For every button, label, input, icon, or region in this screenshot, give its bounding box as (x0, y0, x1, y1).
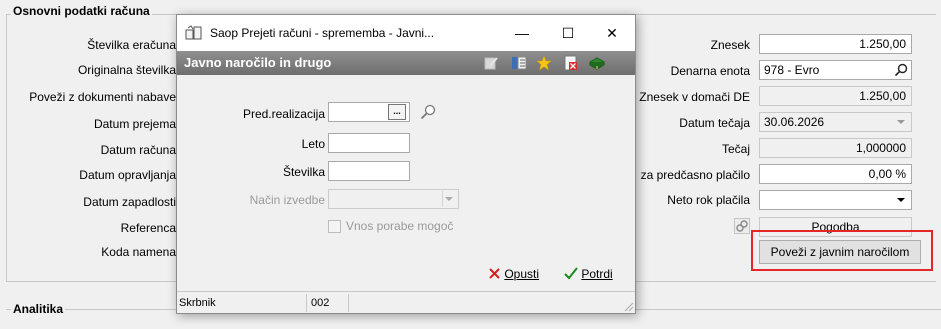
label-datum-racuna: Datum računa (100, 143, 176, 157)
close-button[interactable]: ✕ (589, 15, 635, 51)
predcasno-placilo-field[interactable]: 0,00 % (759, 164, 912, 184)
document-list-icon[interactable] (511, 55, 527, 71)
cancel-icon (489, 268, 500, 279)
dialog-titlebar[interactable]: Saop Prejeti računi - sprememba - Javni.… (177, 15, 635, 51)
resize-grip-icon[interactable] (622, 300, 634, 312)
label-povezi-dokumenti: Poveži z dokumenti nabave (29, 90, 176, 104)
dialog-window-title: Saop Prejeti računi - sprememba - Javni.… (210, 26, 435, 40)
povezi-javno-narocilo-button[interactable]: Poveži z javnim naročilom (759, 240, 921, 264)
predcasno-value: 0,00 % (868, 167, 906, 181)
vnos-porabe-label: Vnos porabe mogoč (346, 219, 454, 233)
denarna-enota-field[interactable]: 978 - Evro (759, 60, 912, 80)
javno-narocilo-dialog: Saop Prejeti računi - sprememba - Javni.… (176, 14, 636, 314)
star-icon[interactable] (536, 55, 552, 71)
opusti-label: Opusti (504, 267, 540, 281)
maximize-button[interactable]: ☐ (545, 15, 591, 51)
label-tecaj: Tečaj (721, 142, 750, 156)
label-nacin-izvedbe: Način izvedbe (249, 193, 325, 207)
label-datum-zapadlosti: Datum zapadlosti (83, 195, 176, 209)
znesek-field[interactable]: 1.250,00 (759, 34, 912, 54)
dialog-statusbar: Skrbnik 002 (177, 291, 635, 313)
link-icon[interactable] (734, 218, 750, 234)
potrdi-label: Potrdi (581, 267, 613, 281)
datum-tecaja-field[interactable]: 30.06.2026 (759, 112, 912, 132)
label-znesek-domaci: Znesek v domači DE (639, 90, 750, 104)
label-stevilka: Številka (282, 165, 325, 179)
label-referenca: Referenca (120, 221, 176, 235)
status-code: 002 (307, 294, 349, 312)
label-leto: Leto (301, 137, 325, 151)
label-stevilka-eracuna: Številka eračuna (87, 38, 176, 52)
tecaj-value: 1,000000 (855, 141, 906, 155)
neto-rok-select[interactable] (759, 190, 912, 210)
denarna-enota-value: 978 - Evro (764, 63, 820, 77)
label-denarna-enota: Denarna enota (670, 64, 750, 78)
app-icon (185, 25, 202, 40)
label-datum-tecaja: Datum tečaja (679, 116, 750, 130)
znesek-value: 1.250,00 (859, 37, 906, 51)
znesek-domaci-value: 1.250,00 (859, 89, 906, 103)
section-title: Osnovni podatki računa (11, 4, 152, 18)
label-predcasno-placilo: za predčasno plačilo (640, 168, 750, 182)
delete-document-icon[interactable] (563, 55, 579, 71)
chevron-down-icon (897, 198, 905, 202)
edit-icon[interactable] (483, 55, 499, 71)
label-znesek: Znesek (710, 38, 750, 52)
status-user: Skrbnik (177, 294, 307, 312)
nacin-izvedbe-select (328, 189, 459, 209)
analitika-title: Analitika (11, 302, 66, 316)
chevron-down-icon (897, 120, 905, 124)
ellipsis-button[interactable]: ... (388, 104, 406, 120)
book-icon[interactable] (589, 55, 605, 71)
tecaj-field: 1,000000 (759, 138, 912, 158)
label-datum-prejema: Datum prejema (93, 117, 176, 131)
dialog-header-title: Javno naročilo in drugo (184, 55, 332, 70)
label-neto-rok: Neto rok plačila (667, 193, 750, 207)
label-koda-namena: Koda namena (101, 245, 176, 259)
vnos-porabe-checkbox (328, 220, 341, 233)
label-pred-realizacija: Pred.realizacija (242, 107, 325, 121)
label-originalna-stevilka: Originalna številka (77, 63, 176, 77)
potrdi-button[interactable]: Potrdi (564, 264, 613, 284)
znesek-domaci-field: 1.250,00 (759, 86, 912, 106)
checkmark-icon (564, 267, 578, 280)
search-icon[interactable] (893, 62, 909, 78)
opusti-button[interactable]: Opusti (488, 264, 539, 284)
leto-field[interactable] (328, 133, 410, 153)
stevilka-field[interactable] (328, 161, 410, 181)
datum-tecaja-value: 30.06.2026 (764, 115, 825, 129)
minimize-button[interactable]: — (499, 15, 545, 51)
search-icon[interactable] (419, 103, 437, 121)
dialog-header: Javno naročilo in drugo (177, 51, 635, 75)
label-datum-opravljanja: Datum opravljanja (79, 168, 176, 182)
chevron-down-icon (445, 197, 453, 201)
